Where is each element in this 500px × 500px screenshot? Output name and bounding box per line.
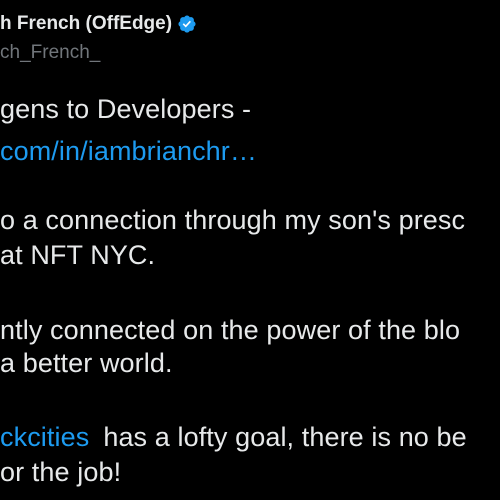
verified-badge-icon: [178, 15, 196, 33]
tweet-text-line-3: o a connection through my son's presc: [0, 205, 466, 235]
profile-link[interactable]: com/in/iambrianchr…: [0, 134, 257, 168]
tweet-text-line-6: a better world.: [0, 348, 173, 378]
tweet-text-line-7-rest: has a lofty goal, there is no be: [103, 422, 467, 452]
tweet: h French (OffEdge) ch_French_ gens to De…: [0, 0, 500, 500]
author-display-name[interactable]: h French (OffEdge): [0, 13, 172, 35]
tweet-text-line-5: ntly connected on the power of the blo: [0, 315, 461, 345]
author-row[interactable]: h French (OffEdge): [0, 11, 197, 37]
author-handle[interactable]: ch_French_: [0, 42, 100, 64]
tweet-text-line-8: or the job!: [0, 457, 122, 487]
mention-link[interactable]: ckcities: [0, 422, 89, 452]
tweet-text-line-1: gens to Developers -: [0, 94, 252, 124]
tweet-text-line-4: at NFT NYC.: [0, 240, 156, 270]
tweet-text-line-7: ckcities has a lofty goal, there is no be: [0, 420, 467, 454]
